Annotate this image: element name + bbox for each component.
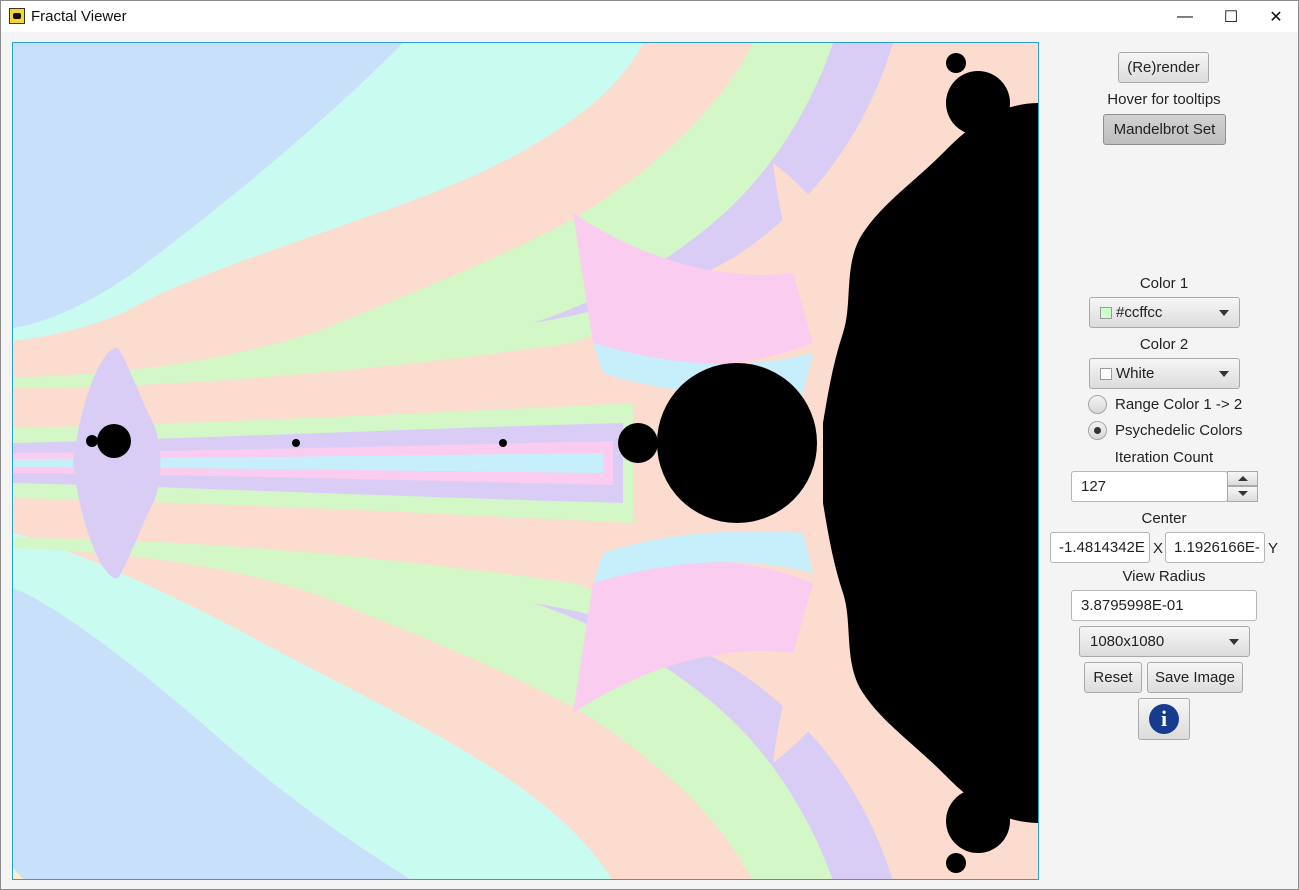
spin-down-icon (1238, 491, 1248, 496)
color2-label: Color 2 (1139, 336, 1189, 353)
close-icon: ✕ (1269, 8, 1283, 26)
center-y-input[interactable]: 1.1926166E- (1165, 532, 1265, 563)
view-radius-input[interactable]: 3.8795998E-01 (1071, 590, 1257, 621)
window-title: Fractal Viewer (31, 8, 127, 25)
reset-button[interactable]: Reset (1084, 662, 1142, 693)
color1-swatch (1100, 306, 1112, 319)
color1-value: #ccffcc (1116, 304, 1163, 321)
view-radius-label: View Radius (1122, 568, 1206, 585)
color2-swatch (1100, 367, 1112, 380)
radio-on-icon (1088, 421, 1107, 440)
color2-value: White (1116, 365, 1155, 382)
dropdown-caret-icon (1229, 639, 1239, 645)
range-color-label: Range Color 1 -> 2 (1115, 396, 1243, 413)
psychedelic-colors-label: Psychedelic Colors (1115, 422, 1243, 439)
color1-picker[interactable]: #ccffcc (1089, 297, 1240, 328)
resolution-dropdown[interactable]: 1080x1080 (1079, 626, 1250, 657)
dropdown-caret-icon (1219, 310, 1229, 316)
color2-picker[interactable]: White (1089, 358, 1240, 389)
minimize-icon: — (1177, 7, 1193, 25)
resolution-value: 1080x1080 (1090, 633, 1165, 650)
maximize-button[interactable]: ☐ (1208, 1, 1254, 32)
save-image-button[interactable]: Save Image (1147, 662, 1243, 693)
maximize-icon: ☐ (1223, 8, 1239, 26)
range-color-radio[interactable]: Range Color 1 -> 2 (1088, 395, 1242, 414)
dropdown-caret-icon (1219, 371, 1229, 377)
center-label: Center (1141, 510, 1187, 527)
hover-hint-label: Hover for tooltips (1107, 91, 1221, 108)
render-button[interactable]: (Re)render (1118, 52, 1209, 83)
color1-label: Color 1 (1139, 275, 1189, 292)
app-window: Fractal Viewer — ☐ ✕ (Re)render Hover fo… (0, 0, 1299, 890)
close-button[interactable]: ✕ (1253, 1, 1299, 32)
psychedelic-colors-radio[interactable]: Psychedelic Colors (1088, 421, 1243, 440)
title-bar[interactable]: Fractal Viewer — ☐ ✕ (1, 1, 1298, 32)
fractal-canvas[interactable] (12, 42, 1039, 880)
mandelbrot-toggle-button[interactable]: Mandelbrot Set (1103, 114, 1226, 145)
x-axis-label: X (1152, 540, 1163, 557)
y-axis-label: Y (1267, 540, 1278, 557)
info-icon: i (1149, 704, 1179, 734)
spin-up-icon (1238, 476, 1248, 481)
info-button[interactable]: i (1138, 698, 1190, 740)
spin-up-button[interactable] (1227, 471, 1258, 486)
spin-down-button[interactable] (1227, 486, 1258, 502)
minimize-button[interactable]: — (1162, 1, 1208, 32)
center-x-input[interactable]: -1.4814342E (1050, 532, 1150, 563)
radio-off-icon (1088, 395, 1107, 414)
iteration-count-label: Iteration Count (1114, 449, 1214, 466)
iteration-count-input[interactable]: 127 (1071, 471, 1228, 502)
app-icon (9, 8, 25, 24)
